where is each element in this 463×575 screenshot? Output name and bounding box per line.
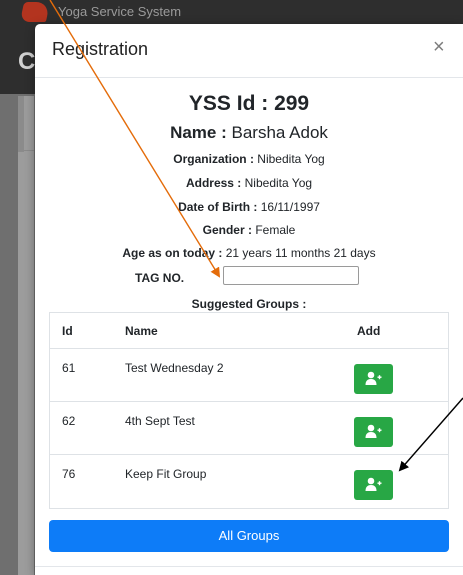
user-plus-icon [365,371,382,385]
table-header-row: Id Name Add [50,313,448,349]
member-name-line: Name : Barsha Adok [35,123,463,143]
group-id: 76 [62,467,76,481]
age-label: Age as on today : [122,246,226,260]
add-group-button[interactable] [354,417,393,447]
dob-label: Date of Birth : [178,200,261,214]
organization-label: Organization : [173,152,258,166]
column-header-id: Id [62,324,73,338]
organization-line: Organization : Nibedita Yog [35,152,463,166]
modal-header: Registration × [35,24,463,78]
gender-label: Gender : [202,223,256,237]
address-value: Nibedita Yog [244,176,313,190]
background-panel [18,96,34,575]
table-row: 61 Test Wednesday 2 [50,349,448,402]
add-group-button[interactable] [354,470,393,500]
modal-footer-divider [35,566,463,567]
tag-no-input[interactable] [223,266,359,285]
dob-line: Date of Birth : 16/11/1997 [35,200,463,214]
column-header-name: Name [125,324,158,338]
background-panel-shade [18,96,24,152]
all-groups-button[interactable]: All Groups [49,520,449,552]
gender-value: Female [255,223,296,237]
dob-value: 16/11/1997 [260,200,320,214]
age-line: Age as on today : 21 years 11 months 21 … [35,246,463,260]
user-plus-icon [365,424,382,438]
member-name-label: Name : [170,123,232,142]
yss-id-label: YSS Id : [188,92,275,115]
modal-title: Registration [52,39,149,59]
yss-id-line: YSS Id : 299 [35,92,463,116]
organization-value: Nibedita Yog [257,152,325,166]
age-value: 21 years 11 months 21 days [225,246,376,260]
table-row: 62 4th Sept Test [50,402,448,455]
registration-modal: Registration × YSS Id : 299 Name : Barsh… [35,24,463,575]
yss-id-value: 299 [274,92,310,115]
suggested-groups-title: Suggested Groups : [191,297,307,311]
address-label: Address : [185,176,245,190]
app-title: Yoga Service System [58,4,182,19]
group-name: 4th Sept Test [125,414,195,428]
member-name-value: Barsha Adok [231,123,328,142]
add-group-button[interactable] [354,364,393,394]
groups-table: Id Name Add 61 Test Wednesday 2 62 4th S… [49,312,449,509]
group-id: 61 [62,361,76,375]
table-row: 76 Keep Fit Group [50,455,448,508]
tag-no-label: TAG NO. [135,271,185,285]
background-panel-divider [18,150,34,151]
address-line: Address : Nibedita Yog [35,176,463,190]
app-logo [19,2,51,22]
group-name: Test Wednesday 2 [125,361,224,375]
column-header-add: Add [357,324,381,338]
user-plus-icon [365,477,382,491]
gender-line: Gender : Female [35,223,463,237]
page-heading-letter: C [18,48,36,75]
group-id: 62 [62,414,76,428]
close-icon[interactable]: × [433,37,445,57]
group-name: Keep Fit Group [125,467,207,481]
